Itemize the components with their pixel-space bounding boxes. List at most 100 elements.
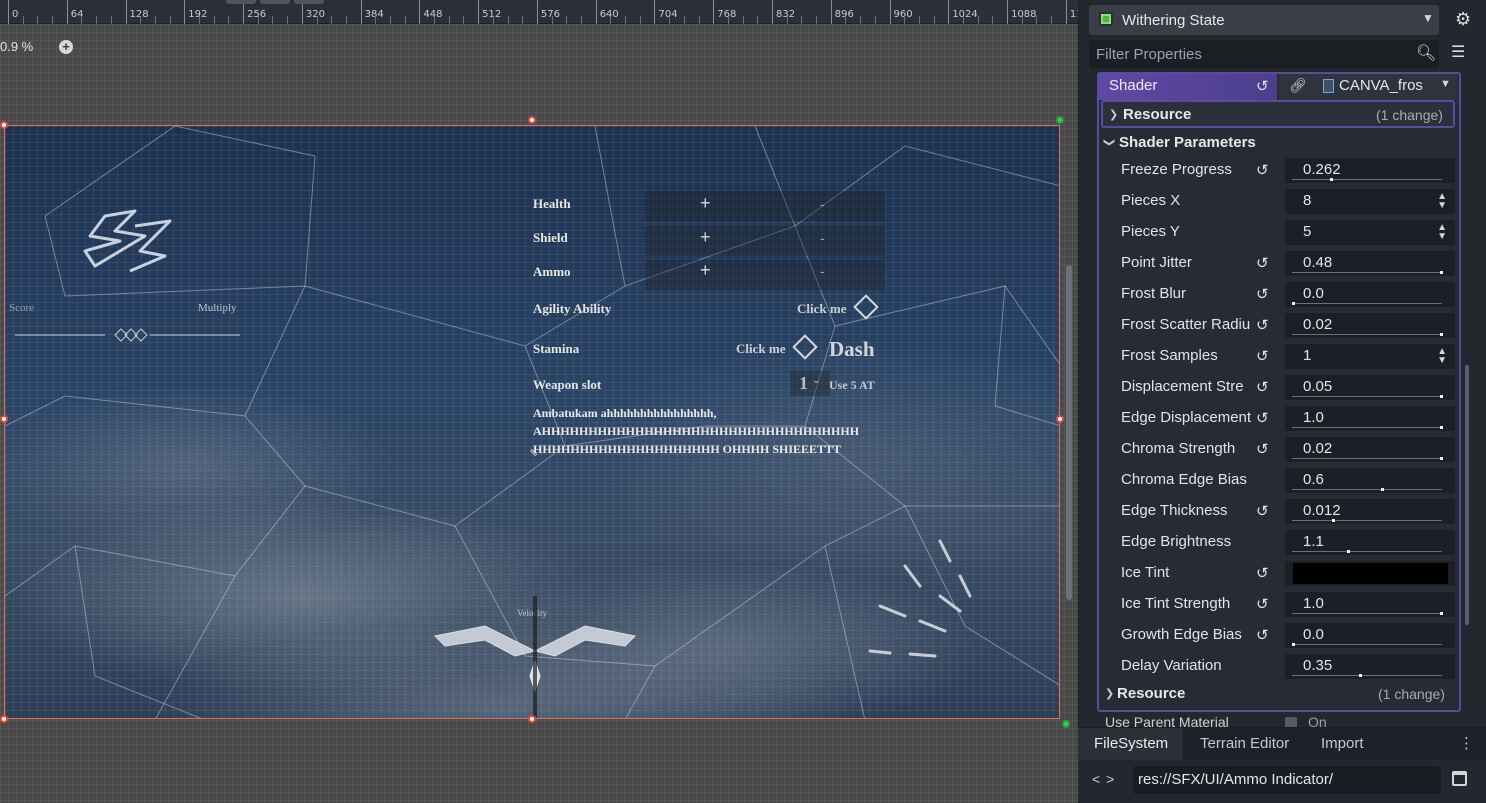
slider-field[interactable]: 0.6	[1285, 468, 1455, 493]
slider-field[interactable]: 0.02	[1285, 313, 1455, 338]
handle-middle-right[interactable]	[1056, 415, 1064, 423]
canvas-viewport[interactable]: 0 64 128 192 256 320 384 448 512 576 640 704 768 832 8…	[0, 0, 1078, 803]
link-icon[interactable]: 🔗︎	[1289, 77, 1307, 94]
slider-field[interactable]: 0.05	[1285, 375, 1455, 400]
shader-param-value[interactable]: 0.48	[1303, 254, 1332, 271]
canvas-frame[interactable]: Score Multiply Health Shield Ammo Agilit…	[4, 125, 1060, 719]
handle-top-left[interactable]	[0, 121, 8, 129]
shader-param-value[interactable]: 0.0	[1303, 626, 1324, 643]
shader-param-value[interactable]: 0.6	[1303, 471, 1324, 488]
tab-filesystem[interactable]: FileSystem	[1094, 735, 1168, 752]
shield-plus-button[interactable]: +	[700, 227, 711, 248]
revert-icon[interactable]: ↺	[1256, 378, 1269, 396]
shader-param-row[interactable]: Point Jitter ↺ 0.48	[1099, 248, 1459, 279]
number-stepper[interactable]: 5 ▲ ▼	[1285, 220, 1455, 245]
slider-grabber[interactable]	[1440, 333, 1443, 336]
slider-track[interactable]	[1292, 396, 1442, 397]
shader-param-row[interactable]: Edge Thickness ↺ 0.012	[1099, 496, 1459, 527]
weapon-slot-chevron-icon[interactable]: ⌄	[812, 375, 820, 386]
slider-field[interactable]: 0.0	[1285, 623, 1455, 648]
slider-track[interactable]	[1292, 644, 1442, 645]
revert-icon[interactable]: ↺	[1256, 440, 1269, 458]
property-tools-icon[interactable]: ☰	[1451, 42, 1465, 62]
inspector-scrollbar[interactable]	[1465, 365, 1469, 625]
object-selector-bar[interactable]: Withering State ▼	[1089, 5, 1439, 35]
shader-param-row[interactable]: Edge Displacement ↺ 1.0	[1099, 403, 1459, 434]
chevron-down-icon[interactable]: ▼	[1422, 11, 1434, 25]
script-icon[interactable]: ⚙	[1455, 9, 1471, 30]
shader-param-value[interactable]: 0.02	[1303, 440, 1332, 457]
shader-param-value[interactable]: 0.02	[1303, 316, 1332, 333]
health-minus-button[interactable]: -	[820, 196, 825, 212]
revert-icon[interactable]: ↺	[1256, 502, 1269, 520]
spin-arrows-icon[interactable]: ▲ ▼	[1437, 347, 1447, 366]
chevron-down-icon[interactable]: ▼	[1440, 78, 1451, 90]
shader-param-value[interactable]: 8	[1303, 192, 1311, 209]
slider-track[interactable]	[1292, 489, 1442, 490]
shader-param-row[interactable]: Displacement Stre ↺ 0.05	[1099, 372, 1459, 403]
slider-grabber[interactable]	[1440, 395, 1443, 398]
stamina-click-label[interactable]: Click me	[736, 341, 785, 357]
handle-bottom-right[interactable]	[1062, 720, 1070, 728]
slider-grabber[interactable]	[1292, 302, 1295, 305]
slider-field[interactable]: 1.0	[1285, 406, 1455, 431]
slider-field[interactable]: 1.1	[1285, 530, 1455, 555]
filter-properties-box[interactable]: 🔍︎	[1089, 40, 1439, 68]
search-icon[interactable]: 🔍︎	[1416, 43, 1436, 63]
slider-grabber[interactable]	[1358, 674, 1362, 677]
handle-bottom-center[interactable]	[528, 715, 536, 723]
slider-track[interactable]	[1292, 427, 1442, 428]
handle-top-center[interactable]	[528, 116, 536, 124]
shader-param-row[interactable]: Frost Blur ↺ 0.0	[1099, 279, 1459, 310]
horizontal-ruler[interactable]: 0 64 128 192 256 320 384 448 512 576 640 704 768 832 8…	[0, 0, 1078, 24]
slider-grabber[interactable]	[1440, 426, 1443, 429]
shader-param-row[interactable]: Chroma Strength ↺ 0.02	[1099, 434, 1459, 465]
revert-icon[interactable]: ↺	[1256, 595, 1269, 613]
slider-track[interactable]	[1292, 179, 1442, 180]
shader-param-value[interactable]: 1.1	[1303, 533, 1324, 550]
viewport-scrollbar[interactable]	[1066, 265, 1072, 600]
shader-parameters-header[interactable]: ❯ Shader Parameters	[1099, 131, 1459, 155]
slider-track[interactable]	[1292, 520, 1442, 521]
revert-icon[interactable]: ↺	[1256, 161, 1269, 179]
slider-field[interactable]: 0.02	[1285, 437, 1455, 462]
slider-grabber[interactable]	[1331, 519, 1335, 522]
slider-track[interactable]	[1292, 272, 1442, 273]
revert-icon[interactable]: ↺	[1256, 409, 1269, 427]
revert-icon[interactable]: ↺	[1256, 285, 1269, 303]
shader-param-row[interactable]: Ice Tint ↺	[1099, 558, 1459, 589]
shader-resource-subsection[interactable]: ❯ Resource (1 change)	[1101, 100, 1455, 128]
object-selector[interactable]: Withering State ▼ ⚙	[1089, 5, 1486, 35]
revert-icon[interactable]: ↺	[1256, 254, 1269, 272]
shader-param-row[interactable]: Edge Brightness 1.1	[1099, 527, 1459, 558]
handle-bottom-left[interactable]	[0, 715, 8, 723]
slider-track[interactable]	[1292, 551, 1442, 552]
shader-param-row[interactable]: Frost Scatter Radiu ↺ 0.02	[1099, 310, 1459, 341]
slider-grabber[interactable]	[1440, 271, 1443, 274]
slider-track[interactable]	[1292, 675, 1442, 676]
zoom-in-button[interactable]: +	[59, 40, 73, 54]
shader-param-row[interactable]: Frost Samples ↺ 1 ▲ ▼	[1099, 341, 1459, 372]
slider-track[interactable]	[1292, 334, 1442, 335]
color-picker[interactable]	[1285, 561, 1455, 586]
shader-param-row[interactable]: Pieces Y 5 ▲ ▼	[1099, 217, 1459, 248]
slider-grabber[interactable]	[1330, 178, 1334, 181]
number-stepper[interactable]: 8 ▲ ▼	[1285, 189, 1455, 214]
slider-field[interactable]: 0.35	[1285, 654, 1455, 679]
slider-field[interactable]: 1.0	[1285, 592, 1455, 617]
shader-param-row[interactable]: Growth Edge Bias ↺ 0.0	[1099, 620, 1459, 651]
spin-arrows-icon[interactable]: ▲ ▼	[1437, 223, 1447, 242]
path-field[interactable]: res://SFX/UI/Ammo Indicator/	[1133, 766, 1441, 794]
history-nav-icons[interactable]: <>	[1092, 771, 1120, 787]
shader-resource-picker[interactable]: 🔗︎ CANVA_fros ▼	[1279, 74, 1457, 100]
handle-top-right[interactable]	[1056, 116, 1064, 124]
more-options-icon[interactable]: ⋮	[1459, 734, 1474, 752]
color-swatch[interactable]	[1293, 563, 1448, 584]
shader-param-value[interactable]: 1.0	[1303, 595, 1324, 612]
shader-param-row[interactable]: Delay Variation 0.35	[1099, 651, 1459, 682]
shader-param-value[interactable]: 0.262	[1303, 161, 1341, 178]
shader-param-row[interactable]: Freeze Progress ↺ 0.262	[1099, 155, 1459, 186]
slider-grabber[interactable]	[1292, 643, 1295, 646]
shader-param-row[interactable]: Pieces X 8 ▲ ▼	[1099, 186, 1459, 217]
revert-icon[interactable]: ↺	[1256, 316, 1269, 334]
